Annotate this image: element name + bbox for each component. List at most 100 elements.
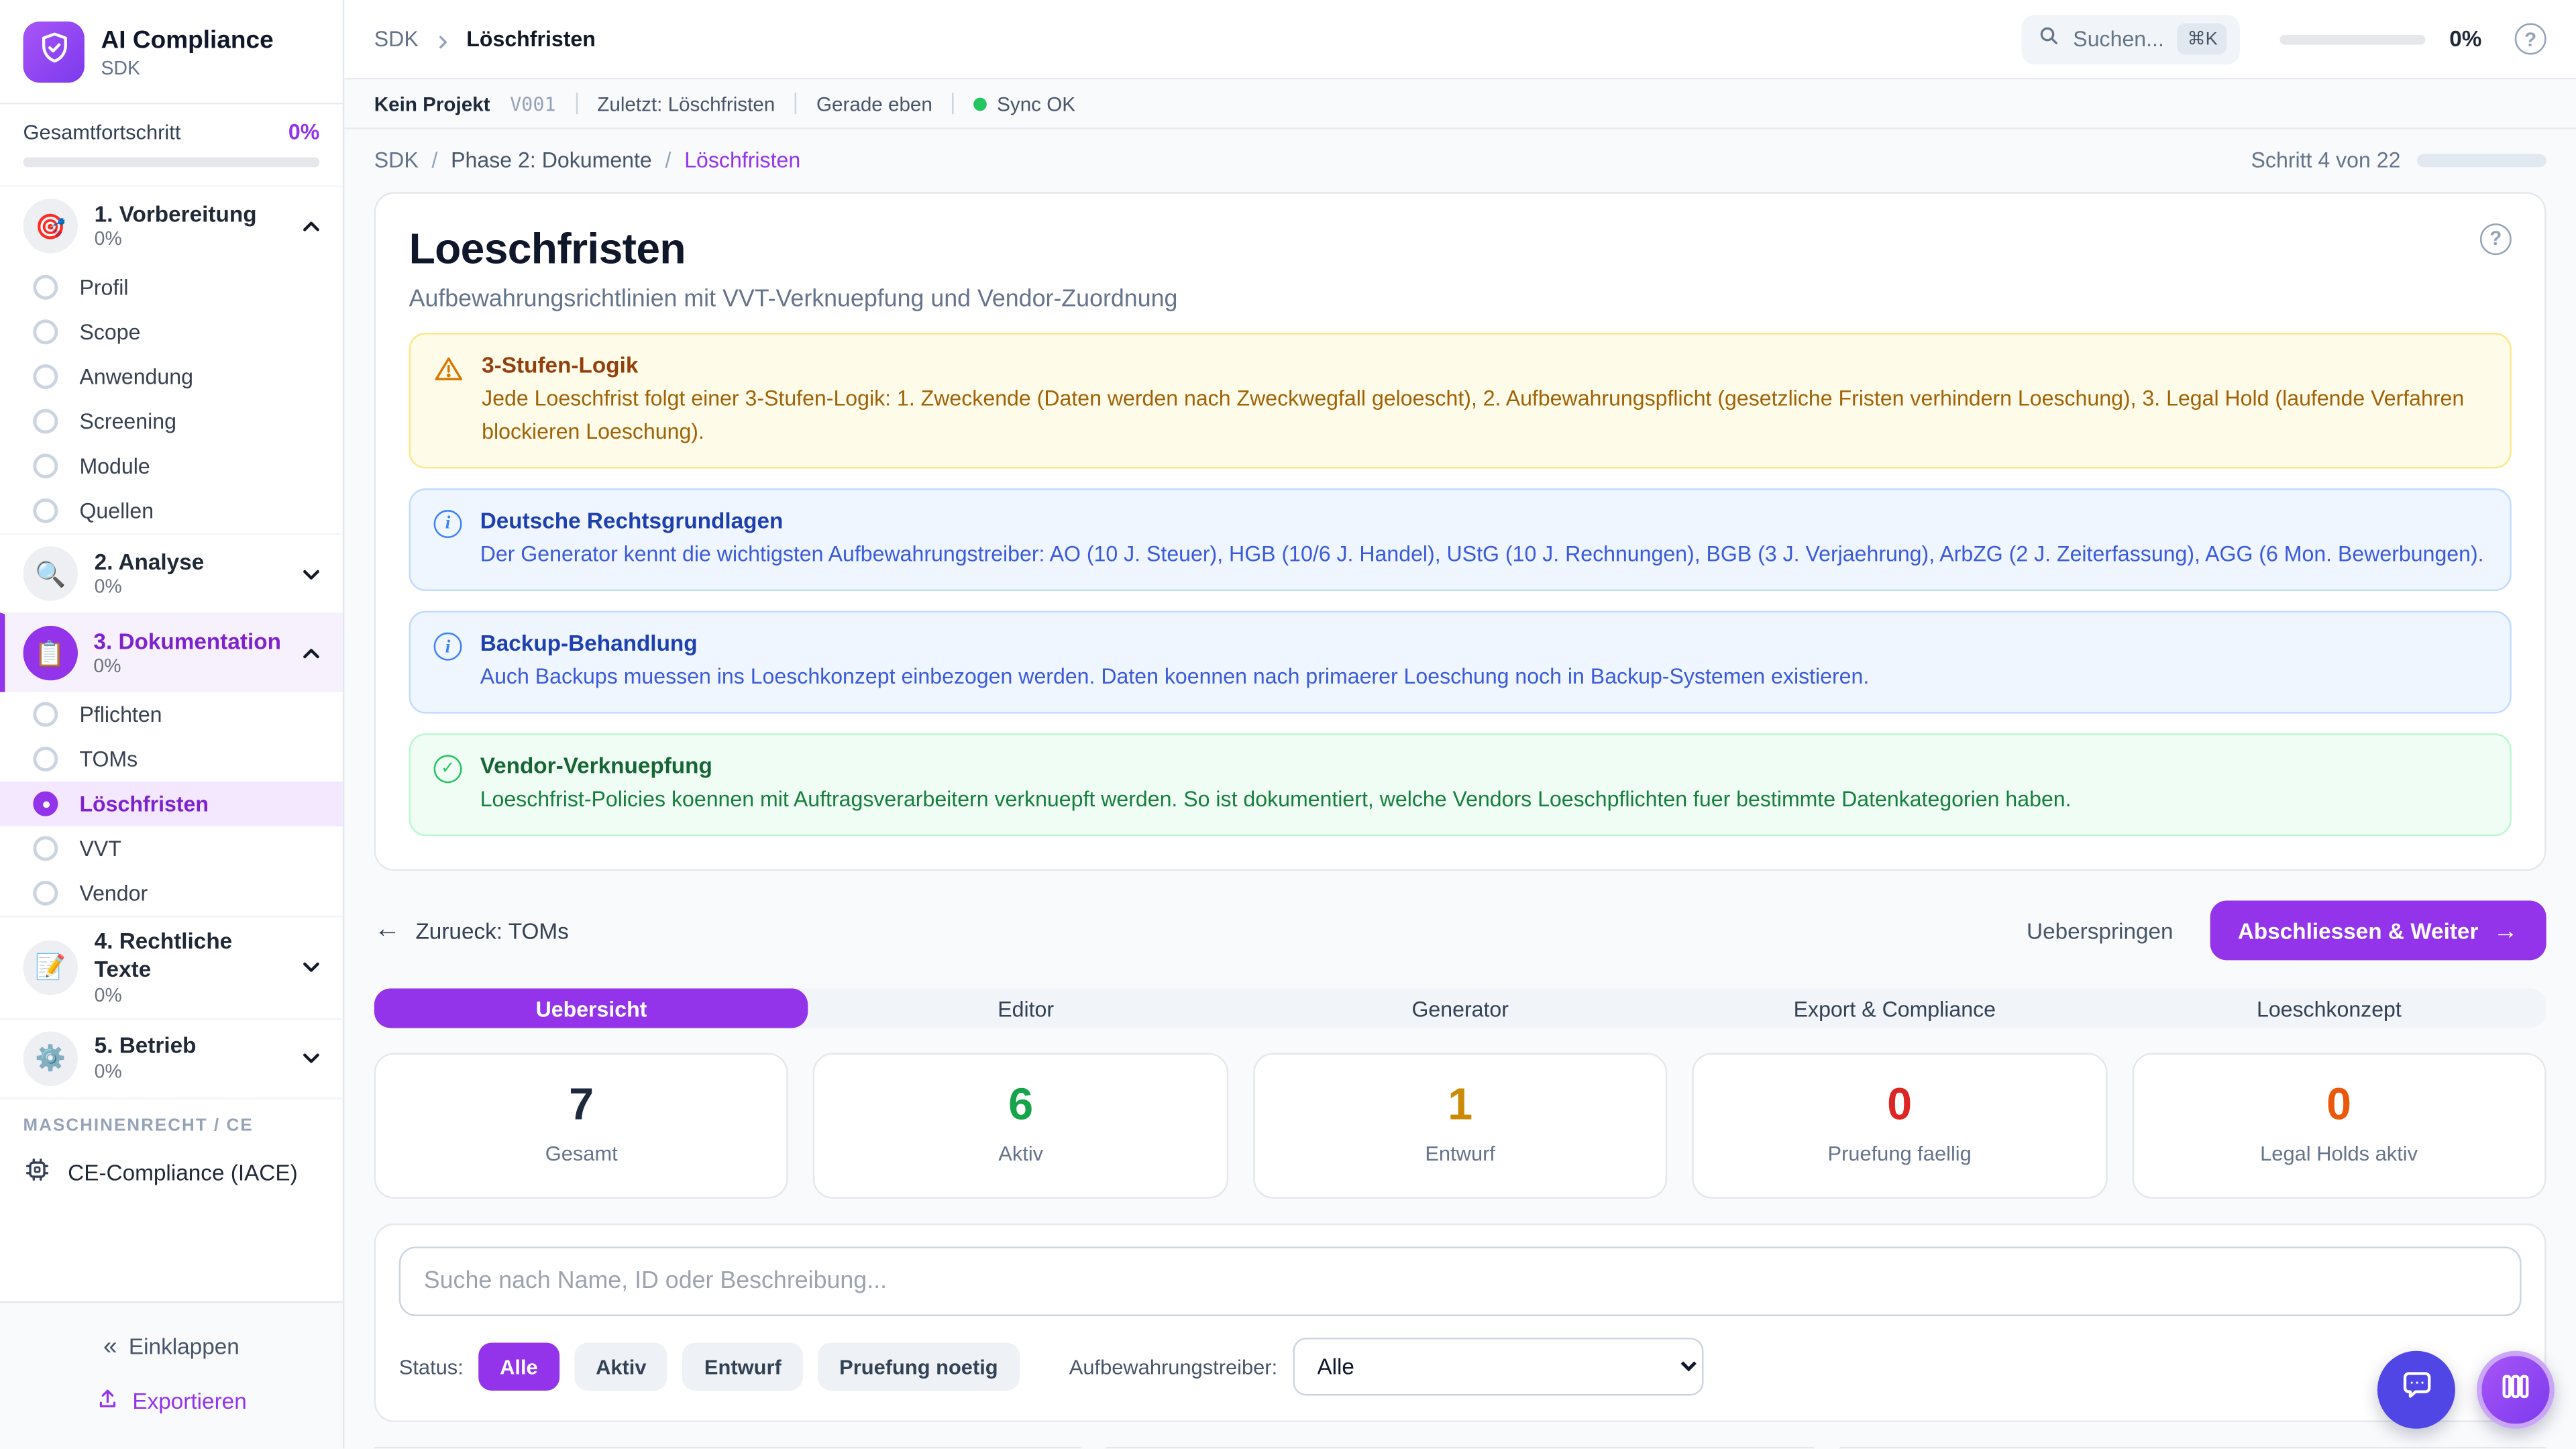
sidebar-item-quellen[interactable]: Quellen (0, 488, 343, 533)
section-percent: 0% (95, 986, 283, 1006)
tab-export-compliance[interactable]: Export & Compliance (1678, 989, 2112, 1028)
loeschfristen-card: Loeschfristen ? Aufbewahrungsrichtlinien… (374, 192, 2546, 872)
search-placeholder-text: Suchen... (2073, 26, 2164, 51)
machine-law-section-label: MASCHINENRECHT / CE (0, 1097, 343, 1142)
sidebar-item-vendor[interactable]: Vendor (0, 871, 343, 916)
section-label: 2. Analyse (95, 549, 283, 577)
policy-search-input[interactable] (399, 1247, 2522, 1317)
step-status-icon (33, 836, 58, 861)
collapse-sidebar-button[interactable]: « Einklappen (0, 1320, 343, 1374)
divider (795, 93, 796, 114)
sidebar-item-loeschfristen[interactable]: Löschfristen (0, 782, 343, 826)
info-icon: i (434, 633, 462, 661)
step-status-icon (33, 747, 58, 771)
sidebar-section-rechtliche-texte[interactable]: 📝 4. Rechtliche Texte 0% (0, 916, 343, 1018)
breadcrumb-phase[interactable]: Phase 2: Dokumente (451, 148, 652, 172)
sync-ok-dot-icon (974, 97, 987, 110)
board-view-button[interactable] (2477, 1351, 2555, 1429)
sidebar-item-screening[interactable]: Screening (0, 399, 343, 444)
section-percent: 0% (95, 1063, 283, 1083)
sidebar-item-ce-compliance[interactable]: CE-Compliance (IACE) (0, 1142, 343, 1208)
project-name: Kein Projekt (374, 92, 490, 115)
chevron-down-icon (300, 956, 323, 979)
sidebar-section-betrieb[interactable]: ⚙️ 5. Betrieb 0% (0, 1018, 343, 1097)
tab-uebersicht[interactable]: Uebersicht (374, 989, 809, 1028)
chevron-right-icon (433, 30, 451, 48)
stat-pruefung-faellig: 0 Pruefung faellig (1693, 1053, 2107, 1199)
last-visited-label: Zuletzt: Löschfristen (597, 92, 775, 115)
section-label: 5. Betrieb (95, 1034, 283, 1062)
topbar-progress-bar (2280, 34, 2426, 44)
sidebar-section-vorbereitung[interactable]: 🎯 1. Vorbereitung 0% (0, 185, 343, 264)
page-breadcrumb: SDK / Phase 2: Dokumente / Löschfristen (374, 148, 2251, 172)
sidebar-section-analyse[interactable]: 🔍 2. Analyse 0% (0, 533, 343, 612)
sidebar-item-toms[interactable]: TOMs (0, 737, 343, 782)
callout-3-stufen-logik: 3-Stufen-Logik Jede Loeschfrist folgt ei… (409, 332, 2512, 468)
finish-and-next-button[interactable]: Abschliessen & Weiter → (2210, 902, 2546, 961)
sidebar-item-scope[interactable]: Scope (0, 309, 343, 354)
section-label: 3. Dokumentation (93, 629, 283, 657)
section-percent: 0% (93, 658, 283, 678)
stat-entwurf: 1 Entwurf (1253, 1053, 1668, 1199)
callout-vendor-verknuepfung: ✓ Vendor-Verknuepfung Loeschfrist-Polici… (409, 734, 2512, 837)
step-status-icon (33, 702, 58, 727)
double-chevron-left-icon: « (103, 1333, 114, 1361)
callout-body: Jede Loeschfrist folgt einer 3-Stufen-Lo… (482, 382, 2487, 448)
page-help-icon[interactable]: ? (2480, 223, 2512, 254)
step-status-icon (33, 498, 58, 523)
shield-check-icon (36, 30, 72, 74)
sidebar-section-dokumentation[interactable]: 📋 3. Dokumentation 0% (0, 612, 343, 692)
driver-filter-select[interactable]: Alle (1292, 1338, 1703, 1396)
step-status-active-icon (33, 792, 58, 816)
overall-progress-label: Gesamtfortschritt (23, 120, 181, 144)
tab-editor[interactable]: Editor (808, 989, 1243, 1028)
sidebar-item-module[interactable]: Module (0, 443, 343, 488)
step-status-icon (33, 409, 58, 434)
breadcrumb-root[interactable]: SDK (374, 26, 419, 51)
help-icon[interactable]: ? (2515, 23, 2546, 55)
sidebar-nav: 🎯 1. Vorbereitung 0% Profil Scope Anwend… (0, 185, 343, 1301)
arrow-left-icon: ← (374, 916, 400, 946)
status-filter-alle[interactable]: Alle (478, 1343, 559, 1391)
overall-progress-bar (23, 157, 320, 167)
page-breadcrumb-row: SDK / Phase 2: Dokumente / Löschfristen … (374, 146, 2546, 175)
step-progress: Schritt 4 von 22 (2251, 148, 2546, 172)
topbar: SDK Löschfristen Suchen... ⌘K 0% ? (344, 0, 2576, 79)
export-button[interactable]: Exportieren (0, 1375, 343, 1429)
keyboard-shortcut-badge: ⌘K (2178, 23, 2228, 55)
filter-row: Status: Alle Aktiv Entwurf Pruefung noet… (399, 1338, 2522, 1396)
clipboard-icon: 📋 (22, 626, 76, 680)
app-title-block: AI Compliance SDK (101, 25, 274, 78)
status-filter-entwurf[interactable]: Entwurf (683, 1343, 803, 1391)
app-subtitle: SDK (101, 59, 274, 79)
gear-icon: ⚙️ (23, 1031, 78, 1085)
back-to-toms-button[interactable]: ← Zurueck: TOMs (374, 916, 2027, 946)
topbar-progress-value: 0% (2449, 26, 2481, 51)
content-scroll-area[interactable]: SDK / Phase 2: Dokumente / Löschfristen … (344, 129, 2576, 1448)
chevron-up-icon (300, 641, 323, 665)
status-filter-pruefung-noetig[interactable]: Pruefung noetig (818, 1343, 1020, 1391)
global-search-button[interactable]: Suchen... ⌘K (2022, 14, 2241, 64)
tab-loeschkonzept[interactable]: Loeschkonzept (2112, 989, 2546, 1028)
sidebar-item-profil[interactable]: Profil (0, 265, 343, 310)
step-status-icon (33, 364, 58, 389)
sidebar: AI Compliance SDK Gesamtfortschritt 0% 🎯… (0, 0, 344, 1449)
sidebar-item-pflichten[interactable]: Pflichten (0, 692, 343, 737)
sidebar-item-vvt[interactable]: VVT (0, 826, 343, 871)
breadcrumb-sdk[interactable]: SDK (374, 148, 419, 172)
chat-assistant-button[interactable] (2377, 1351, 2455, 1429)
tab-generator[interactable]: Generator (1243, 989, 1678, 1028)
callout-title: 3-Stufen-Logik (482, 352, 2487, 377)
sync-status: Sync OK (974, 92, 1075, 115)
breadcrumb-loeschfristen: Löschfristen (684, 148, 800, 172)
sidebar-item-anwendung[interactable]: Anwendung (0, 354, 343, 399)
check-circle-icon: ✓ (434, 755, 462, 784)
info-icon: i (434, 510, 462, 538)
skip-button[interactable]: Ueberspringen (2027, 918, 2174, 943)
search-icon (2038, 24, 2059, 54)
status-filter-aktiv[interactable]: Aktiv (574, 1343, 668, 1391)
filter-card: Status: Alle Aktiv Entwurf Pruefung noet… (374, 1224, 2546, 1422)
app-root: AI Compliance SDK Gesamtfortschritt 0% 🎯… (0, 0, 2576, 1449)
section-percent: 0% (95, 231, 283, 251)
section-label: 1. Vorbereitung (95, 201, 283, 229)
